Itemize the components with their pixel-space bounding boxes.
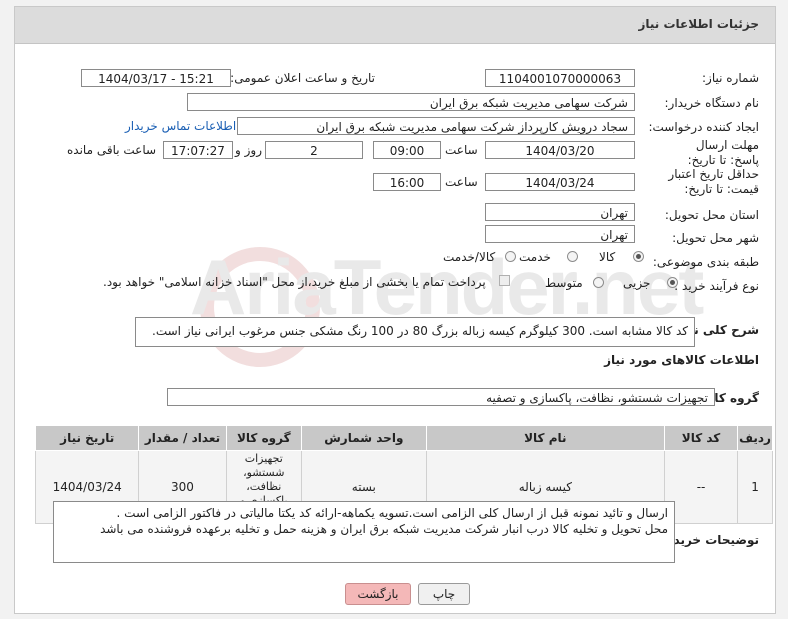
deadline-label: مهلت ارسال پاسخ: تا تاریخ: (687, 138, 759, 167)
province-field: تهران (485, 203, 635, 221)
goods-group-field: تجهیزات شستشو، نظافت، پاکسازی و تصفیه (167, 388, 715, 406)
buyer-contact-link[interactable]: اطلاعات تماس خریدار (125, 119, 236, 133)
cell-goods-code: -- (663, 450, 739, 524)
summary-textarea[interactable]: کد کالا مشابه است. 300 کیلوگرم کیسه زبال… (135, 317, 695, 347)
city-label: شهر محل تحویل: (672, 231, 759, 245)
category-goods-service-radio[interactable] (505, 251, 516, 262)
deadline-time-field: 09:00 (373, 141, 441, 159)
col-goods-name: نام کالا (425, 425, 665, 451)
announce-datetime-field: 1404/03/17 - 15:21 (81, 69, 231, 87)
col-goods-code: کد کالا (663, 425, 739, 451)
buyer-notes-line-1: ارسال و تائید نمونه قبل از ارسال کلی الز… (116, 506, 668, 520)
need-number-label: شماره نیاز: (702, 71, 759, 85)
category-label: طبقه بندی موضوعی: (652, 255, 759, 269)
treasury-payment-note: پرداخت تمام یا بخشی از مبلغ خرید،از محل … (103, 275, 486, 289)
price-validity-time-field: 16:00 (373, 173, 441, 191)
deadline-hour-label: ساعت (445, 143, 478, 157)
province-label: استان محل تحویل: (664, 208, 759, 222)
days-field: 2 (265, 141, 363, 159)
col-quantity: تعداد / مقدار (138, 425, 227, 451)
col-need-date: تاریخ نیاز (34, 425, 140, 451)
back-button[interactable]: بازگشت (345, 583, 411, 605)
creator-label: ایجاد کننده درخواست: (648, 120, 759, 134)
price-validity-hour-label: ساعت (445, 175, 478, 189)
col-unit: واحد شمارش (300, 425, 427, 451)
category-goods-service-label: کالا/خدمت (443, 250, 496, 264)
buyer-org-field: شرکت سهامی مدیریت شبکه برق ایران (187, 93, 635, 111)
process-medium-label: متوسط (545, 276, 583, 290)
category-goods-radio[interactable] (633, 251, 644, 262)
table-header-row: تاریخ نیاز تعداد / مقدار گروه کالا واحد … (34, 425, 773, 451)
need-details-panel: جزئیات اطلاعات نیاز AriaTender.net شماره… (14, 6, 776, 614)
process-minor-radio[interactable] (667, 277, 678, 288)
price-validity-label: حداقل تاریخ اعتبار قیمت: تا تاریخ: (668, 167, 759, 196)
need-number-field: 1104001070000063 (485, 69, 635, 87)
treasury-payment-checkbox[interactable] (499, 275, 510, 286)
page-title: جزئیات اطلاعات نیاز (638, 17, 759, 31)
remaining-time-field: 17:07:27 (163, 141, 233, 159)
buyer-notes-line-2: محل تحویل و تخلیه کالا درب انبار شرکت مد… (100, 522, 668, 536)
process-medium-radio[interactable] (593, 277, 604, 288)
goods-section-title: اطلاعات کالاهای مورد نیاز (604, 353, 759, 367)
city-field: تهران (485, 225, 635, 243)
category-service-radio[interactable] (567, 251, 578, 262)
col-row: ردیف (737, 425, 773, 451)
col-goods-group: گروه کالا (225, 425, 302, 451)
cell-row: 1 (737, 450, 773, 524)
price-validity-date-field: 1404/03/24 (485, 173, 635, 191)
category-goods-label: کالا (599, 250, 616, 264)
category-service-label: خدمت (519, 250, 551, 264)
panel-header: جزئیات اطلاعات نیاز (15, 7, 775, 44)
days-label: روز و (235, 143, 262, 157)
process-minor-label: جزیی (623, 276, 651, 290)
buyer-notes-textarea[interactable]: ارسال و تائید نمونه قبل از ارسال کلی الز… (53, 501, 675, 563)
deadline-date-field: 1404/03/20 (485, 141, 635, 159)
buyer-org-label: نام دستگاه خریدار: (664, 96, 760, 110)
print-button[interactable]: چاپ (418, 583, 470, 605)
announce-datetime-label: تاریخ و ساعت اعلان عمومی: (230, 71, 375, 85)
process-type-label: نوع فرآیند خرید : (674, 279, 759, 293)
creator-field: سجاد درویش کارپرداز شرکت سهامی مدیریت شب… (237, 117, 635, 135)
remaining-label: ساعت باقی مانده (67, 143, 157, 157)
